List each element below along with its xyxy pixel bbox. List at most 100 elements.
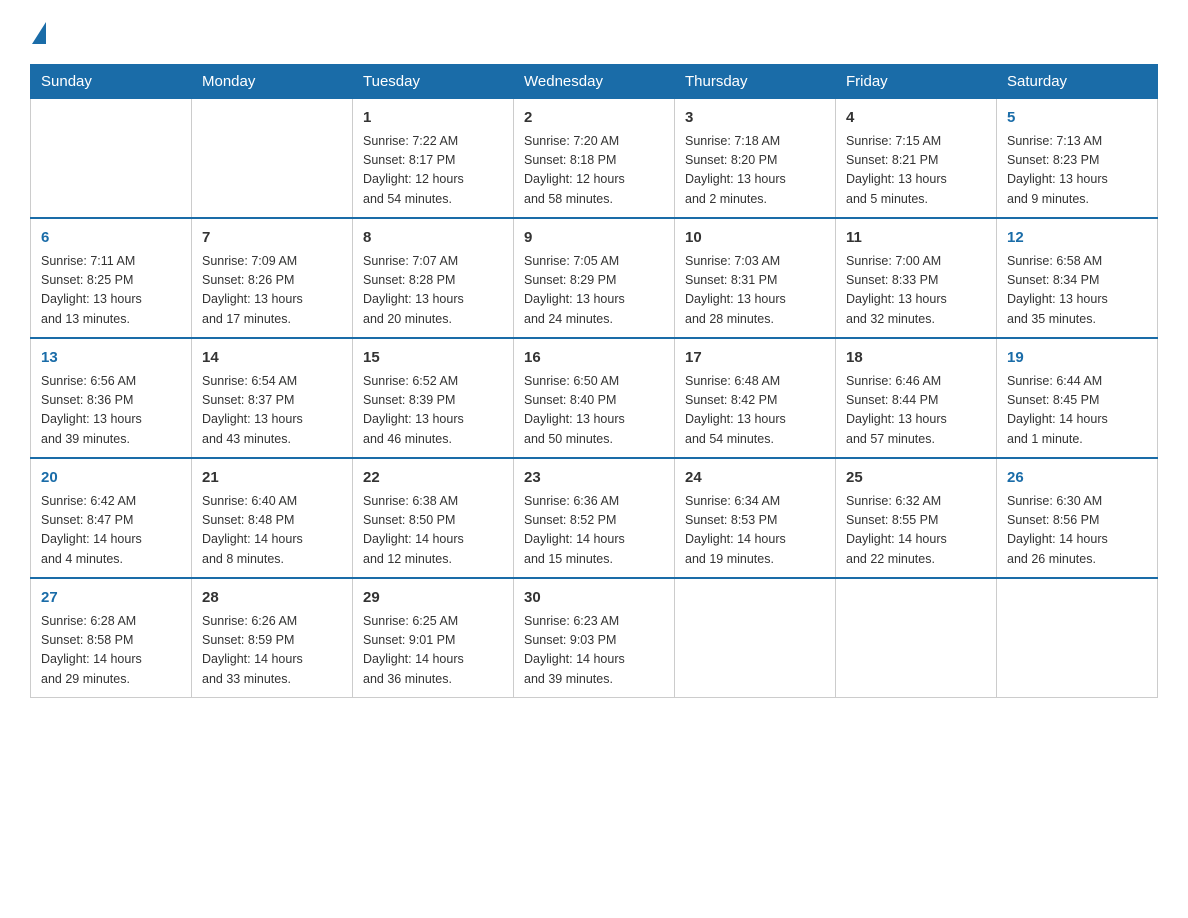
- day-info: Sunrise: 6:36 AMSunset: 8:52 PMDaylight:…: [524, 492, 664, 570]
- day-number: 14: [202, 347, 342, 370]
- day-info: Sunrise: 6:50 AMSunset: 8:40 PMDaylight:…: [524, 372, 664, 450]
- day-info: Sunrise: 6:40 AMSunset: 8:48 PMDaylight:…: [202, 492, 342, 570]
- day-info: Sunrise: 7:11 AMSunset: 8:25 PMDaylight:…: [41, 252, 181, 330]
- day-number: 5: [1007, 107, 1147, 130]
- calendar-day: 6Sunrise: 7:11 AMSunset: 8:25 PMDaylight…: [31, 218, 192, 338]
- calendar-day: 19Sunrise: 6:44 AMSunset: 8:45 PMDayligh…: [997, 338, 1158, 458]
- calendar-day: 28Sunrise: 6:26 AMSunset: 8:59 PMDayligh…: [192, 578, 353, 698]
- day-info: Sunrise: 6:28 AMSunset: 8:58 PMDaylight:…: [41, 612, 181, 690]
- calendar-day: 24Sunrise: 6:34 AMSunset: 8:53 PMDayligh…: [675, 458, 836, 578]
- day-number: 12: [1007, 227, 1147, 250]
- calendar-day: 27Sunrise: 6:28 AMSunset: 8:58 PMDayligh…: [31, 578, 192, 698]
- calendar-day: 18Sunrise: 6:46 AMSunset: 8:44 PMDayligh…: [836, 338, 997, 458]
- day-number: 10: [685, 227, 825, 250]
- calendar-week-row: 13Sunrise: 6:56 AMSunset: 8:36 PMDayligh…: [31, 338, 1158, 458]
- day-number: 17: [685, 347, 825, 370]
- day-number: 6: [41, 227, 181, 250]
- day-info: Sunrise: 6:23 AMSunset: 9:03 PMDaylight:…: [524, 612, 664, 690]
- column-header-wednesday: Wednesday: [514, 65, 675, 99]
- day-number: 18: [846, 347, 986, 370]
- calendar-day: 4Sunrise: 7:15 AMSunset: 8:21 PMDaylight…: [836, 99, 997, 219]
- day-info: Sunrise: 7:03 AMSunset: 8:31 PMDaylight:…: [685, 252, 825, 330]
- day-number: 15: [363, 347, 503, 370]
- calendar-day: [836, 578, 997, 698]
- day-number: 16: [524, 347, 664, 370]
- calendar-day: 10Sunrise: 7:03 AMSunset: 8:31 PMDayligh…: [675, 218, 836, 338]
- column-header-sunday: Sunday: [31, 65, 192, 99]
- logo: [30, 20, 46, 44]
- day-info: Sunrise: 7:15 AMSunset: 8:21 PMDaylight:…: [846, 132, 986, 210]
- column-header-saturday: Saturday: [997, 65, 1158, 99]
- day-info: Sunrise: 7:18 AMSunset: 8:20 PMDaylight:…: [685, 132, 825, 210]
- calendar-day: 12Sunrise: 6:58 AMSunset: 8:34 PMDayligh…: [997, 218, 1158, 338]
- calendar-day: [192, 99, 353, 219]
- day-info: Sunrise: 7:13 AMSunset: 8:23 PMDaylight:…: [1007, 132, 1147, 210]
- day-number: 1: [363, 107, 503, 130]
- day-info: Sunrise: 6:25 AMSunset: 9:01 PMDaylight:…: [363, 612, 503, 690]
- calendar-day: 25Sunrise: 6:32 AMSunset: 8:55 PMDayligh…: [836, 458, 997, 578]
- calendar-week-row: 20Sunrise: 6:42 AMSunset: 8:47 PMDayligh…: [31, 458, 1158, 578]
- calendar-day: 11Sunrise: 7:00 AMSunset: 8:33 PMDayligh…: [836, 218, 997, 338]
- day-number: 24: [685, 467, 825, 490]
- column-header-tuesday: Tuesday: [353, 65, 514, 99]
- calendar-day: 29Sunrise: 6:25 AMSunset: 9:01 PMDayligh…: [353, 578, 514, 698]
- day-number: 9: [524, 227, 664, 250]
- day-number: 22: [363, 467, 503, 490]
- day-info: Sunrise: 6:58 AMSunset: 8:34 PMDaylight:…: [1007, 252, 1147, 330]
- logo-triangle-icon: [32, 22, 46, 44]
- calendar-day: 8Sunrise: 7:07 AMSunset: 8:28 PMDaylight…: [353, 218, 514, 338]
- calendar-week-row: 6Sunrise: 7:11 AMSunset: 8:25 PMDaylight…: [31, 218, 1158, 338]
- calendar-day: 16Sunrise: 6:50 AMSunset: 8:40 PMDayligh…: [514, 338, 675, 458]
- day-info: Sunrise: 6:48 AMSunset: 8:42 PMDaylight:…: [685, 372, 825, 450]
- calendar-week-row: 1Sunrise: 7:22 AMSunset: 8:17 PMDaylight…: [31, 99, 1158, 219]
- day-info: Sunrise: 7:05 AMSunset: 8:29 PMDaylight:…: [524, 252, 664, 330]
- day-number: 19: [1007, 347, 1147, 370]
- day-info: Sunrise: 6:26 AMSunset: 8:59 PMDaylight:…: [202, 612, 342, 690]
- calendar-day: 3Sunrise: 7:18 AMSunset: 8:20 PMDaylight…: [675, 99, 836, 219]
- day-number: 30: [524, 587, 664, 610]
- day-info: Sunrise: 6:38 AMSunset: 8:50 PMDaylight:…: [363, 492, 503, 570]
- day-info: Sunrise: 6:52 AMSunset: 8:39 PMDaylight:…: [363, 372, 503, 450]
- column-header-thursday: Thursday: [675, 65, 836, 99]
- day-number: 23: [524, 467, 664, 490]
- day-info: Sunrise: 6:44 AMSunset: 8:45 PMDaylight:…: [1007, 372, 1147, 450]
- calendar-day: 22Sunrise: 6:38 AMSunset: 8:50 PMDayligh…: [353, 458, 514, 578]
- day-number: 13: [41, 347, 181, 370]
- day-number: 21: [202, 467, 342, 490]
- calendar-day: 1Sunrise: 7:22 AMSunset: 8:17 PMDaylight…: [353, 99, 514, 219]
- day-number: 8: [363, 227, 503, 250]
- calendar-day: 17Sunrise: 6:48 AMSunset: 8:42 PMDayligh…: [675, 338, 836, 458]
- day-info: Sunrise: 7:20 AMSunset: 8:18 PMDaylight:…: [524, 132, 664, 210]
- calendar-day: 30Sunrise: 6:23 AMSunset: 9:03 PMDayligh…: [514, 578, 675, 698]
- calendar-day: 2Sunrise: 7:20 AMSunset: 8:18 PMDaylight…: [514, 99, 675, 219]
- calendar-day: 21Sunrise: 6:40 AMSunset: 8:48 PMDayligh…: [192, 458, 353, 578]
- day-number: 2: [524, 107, 664, 130]
- calendar-day: [675, 578, 836, 698]
- day-info: Sunrise: 6:34 AMSunset: 8:53 PMDaylight:…: [685, 492, 825, 570]
- day-number: 29: [363, 587, 503, 610]
- column-header-friday: Friday: [836, 65, 997, 99]
- calendar-day: 26Sunrise: 6:30 AMSunset: 8:56 PMDayligh…: [997, 458, 1158, 578]
- day-number: 7: [202, 227, 342, 250]
- calendar-day: 13Sunrise: 6:56 AMSunset: 8:36 PMDayligh…: [31, 338, 192, 458]
- day-number: 4: [846, 107, 986, 130]
- calendar-day: 20Sunrise: 6:42 AMSunset: 8:47 PMDayligh…: [31, 458, 192, 578]
- calendar-week-row: 27Sunrise: 6:28 AMSunset: 8:58 PMDayligh…: [31, 578, 1158, 698]
- day-info: Sunrise: 7:22 AMSunset: 8:17 PMDaylight:…: [363, 132, 503, 210]
- day-info: Sunrise: 7:09 AMSunset: 8:26 PMDaylight:…: [202, 252, 342, 330]
- calendar-table: SundayMondayTuesdayWednesdayThursdayFrid…: [30, 64, 1158, 698]
- calendar-day: [31, 99, 192, 219]
- calendar-day: 23Sunrise: 6:36 AMSunset: 8:52 PMDayligh…: [514, 458, 675, 578]
- day-info: Sunrise: 7:00 AMSunset: 8:33 PMDaylight:…: [846, 252, 986, 330]
- page-header: [30, 20, 1158, 44]
- calendar-day: 15Sunrise: 6:52 AMSunset: 8:39 PMDayligh…: [353, 338, 514, 458]
- day-info: Sunrise: 6:30 AMSunset: 8:56 PMDaylight:…: [1007, 492, 1147, 570]
- day-number: 28: [202, 587, 342, 610]
- day-info: Sunrise: 7:07 AMSunset: 8:28 PMDaylight:…: [363, 252, 503, 330]
- day-number: 11: [846, 227, 986, 250]
- day-info: Sunrise: 6:32 AMSunset: 8:55 PMDaylight:…: [846, 492, 986, 570]
- day-info: Sunrise: 6:56 AMSunset: 8:36 PMDaylight:…: [41, 372, 181, 450]
- day-number: 26: [1007, 467, 1147, 490]
- day-number: 25: [846, 467, 986, 490]
- day-info: Sunrise: 6:46 AMSunset: 8:44 PMDaylight:…: [846, 372, 986, 450]
